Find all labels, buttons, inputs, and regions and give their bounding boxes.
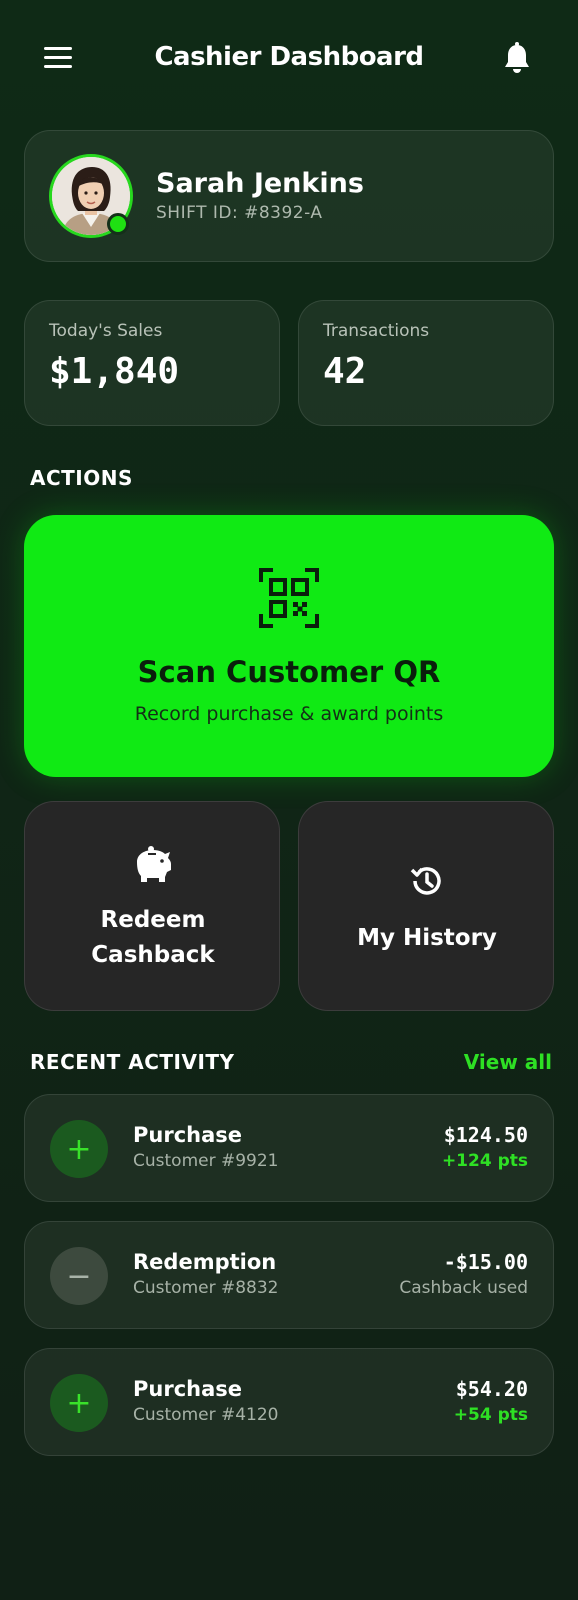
list-item[interactable]: + Purchase Customer #9921 $124.50 +124 p… xyxy=(24,1094,554,1202)
stat-label: Transactions xyxy=(323,321,430,341)
activity-points: +124 pts xyxy=(441,1151,528,1171)
scan-title: Scan Customer QR xyxy=(137,655,441,689)
actions-heading: ACTIONS xyxy=(30,466,133,490)
minus-icon: − xyxy=(50,1247,108,1305)
cashier-name: Sarah Jenkins xyxy=(156,168,364,199)
online-status-indicator xyxy=(107,213,129,235)
recent-activity-heading: RECENT ACTIVITY xyxy=(30,1050,235,1074)
activity-points: +54 pts xyxy=(453,1405,528,1425)
qr-code-icon xyxy=(259,568,319,628)
activity-note: Cashback used xyxy=(399,1278,528,1298)
redeem-line-1: Redeem xyxy=(100,907,206,933)
activity-type: Purchase xyxy=(133,1377,243,1401)
redeem-cashback-button[interactable]: Redeem Cashback xyxy=(24,801,280,1011)
activity-amount: -$15.00 xyxy=(443,1250,528,1274)
piggy-bank-icon xyxy=(131,846,173,884)
transactions-card: Transactions 42 xyxy=(298,300,554,426)
shift-id: SHIFT ID: #8392-A xyxy=(156,203,323,223)
my-history-label: My History xyxy=(357,925,497,951)
list-item[interactable]: + Purchase Customer #4120 $54.20 +54 pts xyxy=(24,1348,554,1456)
view-all-link[interactable]: View all xyxy=(464,1050,552,1074)
list-item[interactable]: − Redemption Customer #8832 -$15.00 Cash… xyxy=(24,1221,554,1329)
todays-sales-card: Today's Sales $1,840 xyxy=(24,300,280,426)
page-title: Cashier Dashboard xyxy=(154,42,424,72)
my-history-button[interactable]: My History xyxy=(298,801,554,1011)
redeem-line-2: Cashback xyxy=(91,942,215,968)
stat-value: 42 xyxy=(323,351,367,392)
activity-customer: Customer #9921 xyxy=(133,1151,279,1171)
bell-icon[interactable] xyxy=(502,42,532,76)
stat-value: $1,840 xyxy=(49,351,180,392)
plus-icon: + xyxy=(50,1374,108,1432)
activity-customer: Customer #8832 xyxy=(133,1278,279,1298)
activity-amount: $54.20 xyxy=(455,1377,528,1401)
activity-customer: Customer #4120 xyxy=(133,1405,279,1425)
stat-label: Today's Sales xyxy=(49,321,163,341)
scan-subtitle: Record purchase & award points xyxy=(134,703,444,725)
scan-customer-qr-button[interactable] xyxy=(24,515,554,777)
activity-amount: $124.50 xyxy=(443,1123,528,1147)
history-icon xyxy=(409,863,445,899)
plus-icon: + xyxy=(50,1120,108,1178)
activity-type: Purchase xyxy=(133,1123,243,1147)
activity-type: Redemption xyxy=(133,1250,277,1274)
